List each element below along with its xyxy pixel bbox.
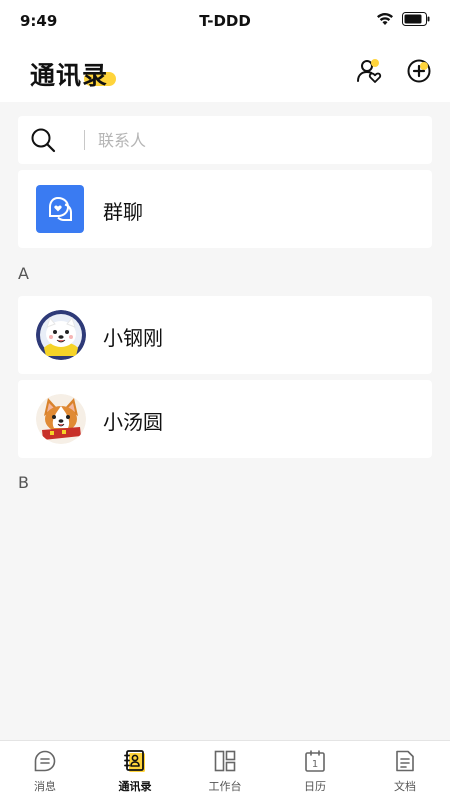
search-icon <box>31 128 56 153</box>
group-chat-avatar <box>36 185 84 233</box>
contact-favorites-button[interactable] <box>354 56 384 86</box>
status-icons <box>376 12 430 26</box>
battery-icon <box>402 12 430 26</box>
contact-item[interactable]: 小汤圆 <box>18 380 432 458</box>
samoyed-dog-avatar <box>36 310 86 360</box>
document-icon <box>396 750 414 772</box>
add-button[interactable] <box>404 56 434 86</box>
tab-label: 日历 <box>304 780 326 793</box>
chat-bubbles-icon <box>49 196 72 221</box>
contact-name: 小钢刚 <box>103 326 163 350</box>
tab-workbench[interactable]: 工作台 <box>180 741 270 800</box>
tab-label: 工作台 <box>208 780 242 793</box>
contacts-book-icon <box>124 750 145 772</box>
calendar-day: 1 <box>312 759 318 770</box>
workbench-icon <box>214 750 236 772</box>
tab-bar: 消息 通讯录 工作台 1 日历 文档 <box>0 740 450 800</box>
corgi-dog-avatar <box>36 394 86 444</box>
tab-contacts[interactable]: 通讯录 <box>90 741 180 800</box>
contact-name: 小汤圆 <box>103 410 163 434</box>
search-box[interactable] <box>18 116 432 164</box>
header: 通讯录 <box>0 42 450 102</box>
search-divider <box>84 130 85 150</box>
group-chat-item[interactable]: 群聊 <box>18 170 432 248</box>
section-header-b: B <box>18 473 29 492</box>
tab-calendar[interactable]: 1 日历 <box>270 741 360 800</box>
tab-documents[interactable]: 文档 <box>360 741 450 800</box>
group-chat-label: 群聊 <box>103 200 143 224</box>
tab-label: 通讯录 <box>118 780 152 793</box>
calendar-icon: 1 <box>305 750 325 772</box>
contact-item[interactable]: 小钢刚 <box>18 296 432 374</box>
tab-label: 文档 <box>394 780 416 793</box>
contact-heart-icon <box>357 59 382 83</box>
wifi-icon <box>377 13 393 25</box>
section-header-a: A <box>18 264 29 283</box>
plus-circle-icon <box>407 59 431 83</box>
status-bar: 9:49 T-DDD <box>0 0 450 42</box>
tab-messages[interactable]: 消息 <box>0 741 90 800</box>
title-wrap: 通讯录 <box>30 56 116 92</box>
message-icon <box>34 750 56 772</box>
tab-label: 消息 <box>34 780 56 793</box>
search-input[interactable] <box>98 125 418 155</box>
page-title: 通讯录 <box>30 61 109 90</box>
